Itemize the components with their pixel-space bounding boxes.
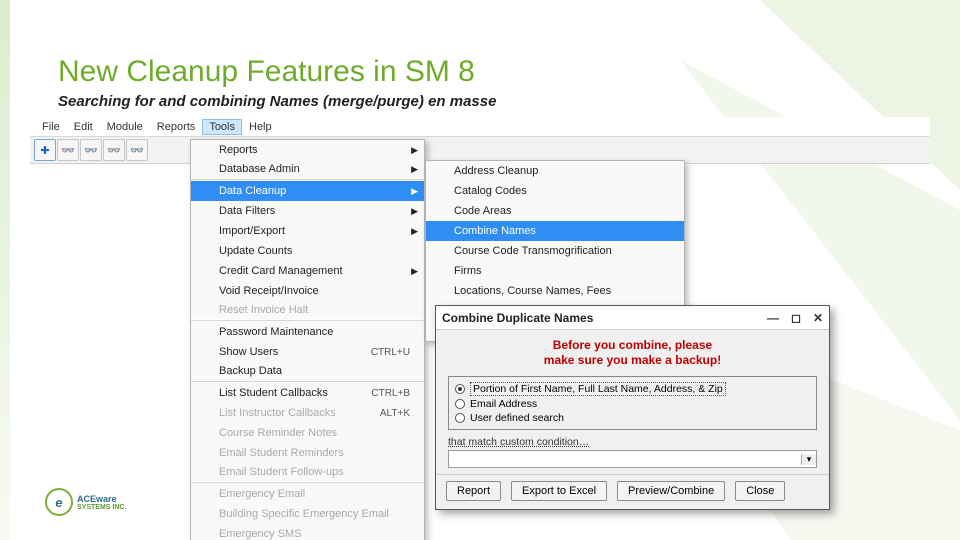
submenu-arrow-icon: ▶ xyxy=(411,206,418,217)
option-label: Portion of First Name, Full Last Name, A… xyxy=(470,382,726,396)
tools-item-reports[interactable]: Reports▶ xyxy=(191,140,424,160)
cleanup-item-address-cleanup[interactable]: Address Cleanup xyxy=(426,161,684,181)
toolbar-find-black[interactable]: 👓 xyxy=(103,139,125,161)
option-name-address[interactable]: Portion of First Name, Full Last Name, A… xyxy=(455,381,810,397)
radio-icon xyxy=(455,384,465,394)
cleanup-item-catalog-codes[interactable]: Catalog Codes xyxy=(426,181,684,201)
tools-item-building-specific-emergency-email: Building Specific Emergency Email xyxy=(191,504,424,524)
close-button[interactable]: Close xyxy=(735,481,785,501)
slide: New Cleanup Features in SM 8 Searching f… xyxy=(0,0,960,540)
export-excel-button[interactable]: Export to Excel xyxy=(511,481,607,501)
toolbar-find-yellow[interactable]: 👓 xyxy=(57,139,79,161)
tools-item-show-users[interactable]: Show UsersCTRL+U xyxy=(191,342,424,362)
custom-condition-input[interactable]: ▾ xyxy=(448,450,817,468)
close-icon[interactable]: ✕ xyxy=(813,311,823,325)
combine-names-dialog: Combine Duplicate Names — ◻ ✕ Before you… xyxy=(435,305,830,510)
menu-edit[interactable]: Edit xyxy=(67,119,100,135)
tools-dropdown: Reports▶Database Admin▶Data Cleanup▶Data… xyxy=(190,139,425,540)
submenu-arrow-icon: ▶ xyxy=(411,266,418,277)
option-email[interactable]: Email Address xyxy=(455,397,810,411)
cleanup-item-firms[interactable]: Firms xyxy=(426,261,684,281)
tools-item-emergency-sms: Emergency SMS xyxy=(191,524,424,540)
dropdown-icon[interactable]: ▾ xyxy=(801,454,816,465)
cleanup-item-combine-names[interactable]: Combine Names xyxy=(426,221,684,241)
toolbar-find-red[interactable]: 👓 xyxy=(126,139,148,161)
tools-item-list-student-callbacks[interactable]: List Student CallbacksCTRL+B xyxy=(191,383,424,403)
bg-accent-left xyxy=(0,0,10,540)
logo-badge-icon: e xyxy=(45,488,73,516)
menu-help[interactable]: Help xyxy=(242,119,279,135)
shortcut-label: CTRL+U xyxy=(371,347,410,358)
cleanup-item-course-code-transmogrification[interactable]: Course Code Transmogrification xyxy=(426,241,684,261)
tools-item-void-receipt-invoice[interactable]: Void Receipt/Invoice xyxy=(191,281,424,301)
tools-item-reset-invoice-halt: Reset Invoice Halt xyxy=(191,301,424,321)
menu-module[interactable]: Module xyxy=(100,119,150,135)
custom-condition-label: that match custom condition… xyxy=(448,436,817,448)
tools-item-data-cleanup[interactable]: Data Cleanup▶ xyxy=(191,181,424,201)
radio-icon xyxy=(455,399,465,409)
search-mode-group: Portion of First Name, Full Last Name, A… xyxy=(448,376,817,430)
preview-combine-button[interactable]: Preview/Combine xyxy=(617,481,725,501)
option-label: User defined search xyxy=(470,412,564,424)
toolbar-find-green[interactable]: 👓 xyxy=(80,139,102,161)
dialog-warning-line2: make sure you make a backup! xyxy=(448,353,817,368)
dialog-title-text: Combine Duplicate Names xyxy=(442,311,593,325)
logo-line1: ACEware xyxy=(77,494,117,504)
tools-item-backup-data[interactable]: Backup Data xyxy=(191,362,424,382)
tools-item-email-student-reminders: Email Student Reminders xyxy=(191,443,424,463)
menu-tools[interactable]: Tools xyxy=(202,119,242,135)
shortcut-label: ALT+K xyxy=(380,408,410,419)
option-label: Email Address xyxy=(470,398,537,410)
option-user-defined[interactable]: User defined search xyxy=(455,411,810,425)
tools-item-list-instructor-callbacks: List Instructor CallbacksALT+K xyxy=(191,403,424,423)
dialog-body: Before you combine, please make sure you… xyxy=(436,330,829,474)
submenu-arrow-icon: ▶ xyxy=(411,164,418,175)
submenu-arrow-icon: ▶ xyxy=(411,226,418,237)
cleanup-item-code-areas[interactable]: Code Areas xyxy=(426,201,684,221)
shortcut-label: CTRL+B xyxy=(371,388,410,399)
dialog-titlebar[interactable]: Combine Duplicate Names — ◻ ✕ xyxy=(436,306,829,330)
tools-item-update-counts[interactable]: Update Counts xyxy=(191,241,424,261)
tools-item-emergency-email: Emergency Email xyxy=(191,484,424,504)
tools-item-data-filters[interactable]: Data Filters▶ xyxy=(191,201,424,221)
page-title: New Cleanup Features in SM 8 xyxy=(58,55,475,89)
tools-item-email-student-follow-ups: Email Student Follow-ups xyxy=(191,463,424,483)
page-subtitle: Searching for and combining Names (merge… xyxy=(58,93,496,110)
minimize-icon[interactable]: — xyxy=(767,311,779,325)
dialog-button-row: Report Export to Excel Preview/Combine C… xyxy=(436,474,829,509)
logo-line2: SYSTEMS INC. xyxy=(77,504,126,511)
maximize-icon[interactable]: ◻ xyxy=(791,311,801,325)
tools-item-database-admin[interactable]: Database Admin▶ xyxy=(191,160,424,180)
toolbar-add-button[interactable]: ✚ xyxy=(34,139,56,161)
radio-icon xyxy=(455,413,465,423)
menu-file[interactable]: File xyxy=(35,119,67,135)
dialog-warning-line1: Before you combine, please xyxy=(448,338,817,353)
submenu-arrow-icon: ▶ xyxy=(411,145,418,156)
dialog-warning: Before you combine, please make sure you… xyxy=(448,338,817,368)
menu-reports[interactable]: Reports xyxy=(150,119,203,135)
menubar: File Edit Module Reports Tools Help xyxy=(30,117,930,137)
submenu-arrow-icon: ▶ xyxy=(411,186,418,197)
report-button[interactable]: Report xyxy=(446,481,501,501)
tools-item-password-maintenance[interactable]: Password Maintenance xyxy=(191,322,424,342)
tools-item-course-reminder-notes: Course Reminder Notes xyxy=(191,423,424,443)
cleanup-item-locations-course-names-fees[interactable]: Locations, Course Names, Fees xyxy=(426,281,684,301)
aceware-logo: e ACEware SYSTEMS INC. xyxy=(45,488,126,516)
tools-item-import-export[interactable]: Import/Export▶ xyxy=(191,221,424,241)
tools-item-credit-card-management[interactable]: Credit Card Management▶ xyxy=(191,261,424,281)
